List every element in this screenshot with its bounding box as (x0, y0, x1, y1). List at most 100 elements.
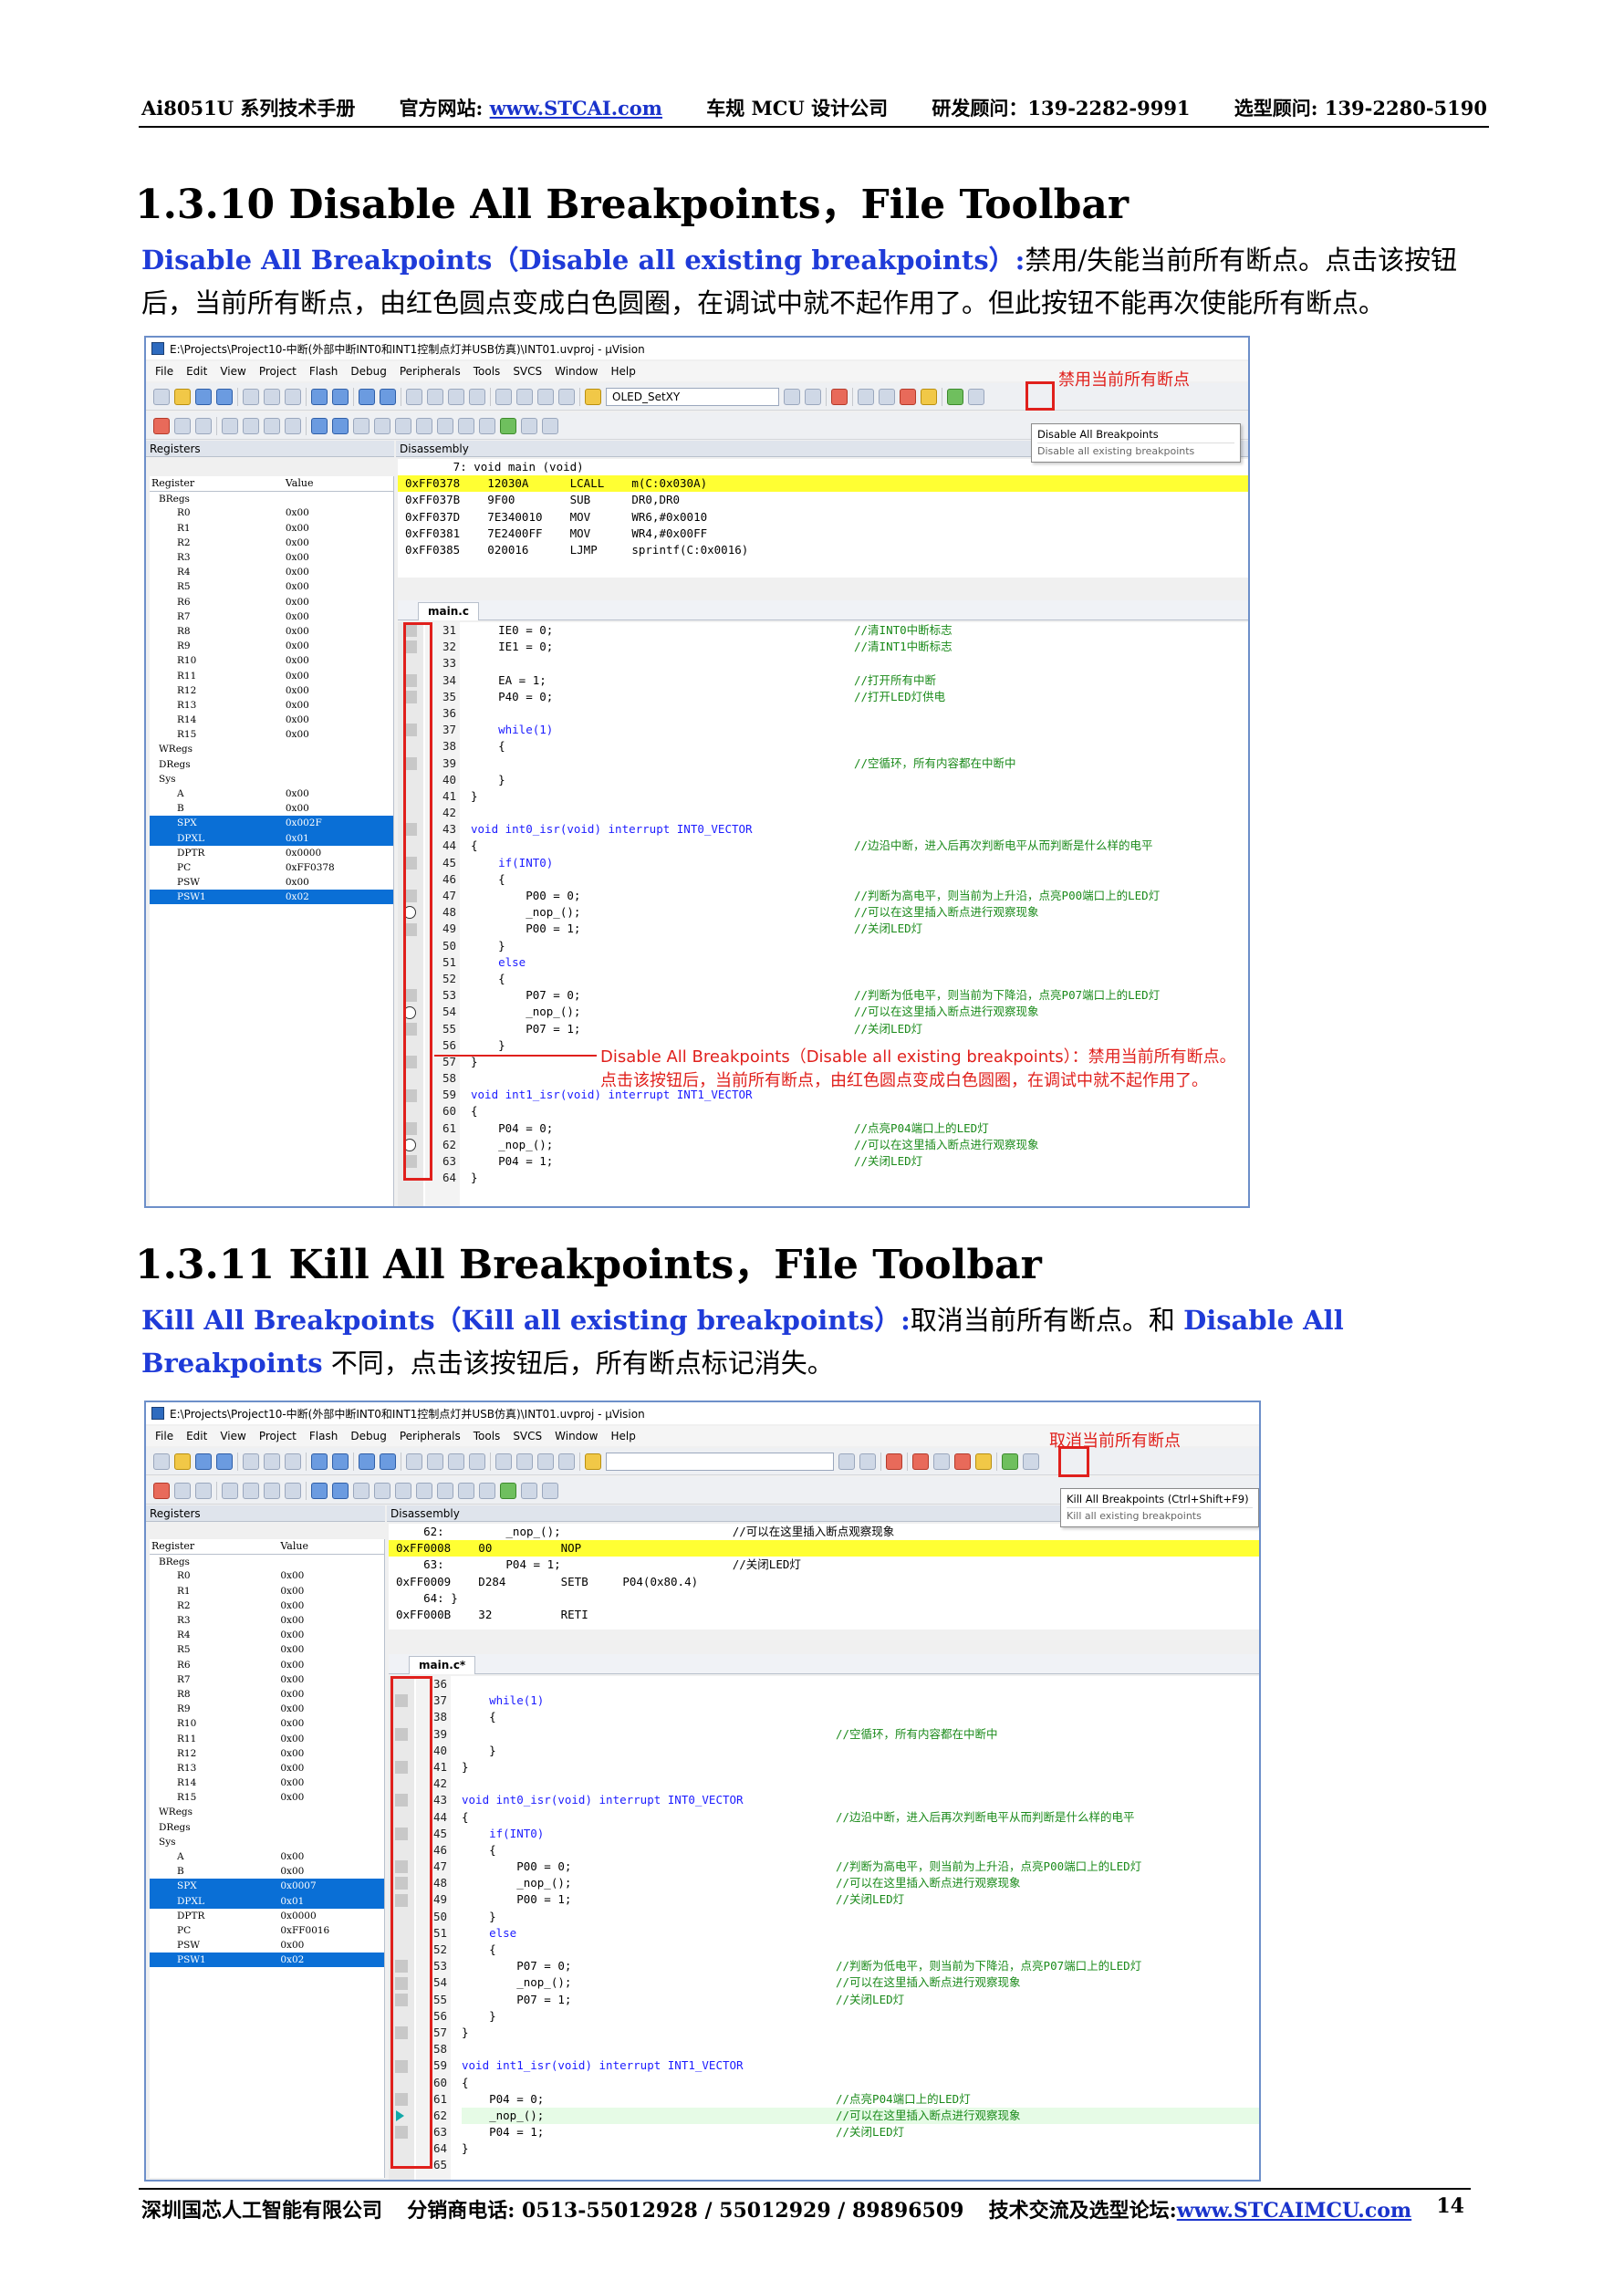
trace-window-icon[interactable] (500, 417, 516, 434)
serial-window-icon[interactable] (458, 417, 474, 434)
menu-item[interactable]: File (155, 1430, 173, 1442)
debug-session-icon[interactable] (831, 388, 848, 405)
find-icon[interactable] (859, 1453, 876, 1470)
bookmark-icon[interactable] (406, 388, 422, 405)
toolbox-icon[interactable] (542, 1482, 558, 1499)
code-line[interactable] (462, 1676, 1259, 1692)
register-row[interactable]: R1 0x00 (150, 1584, 384, 1598)
code-line[interactable]: while(1) (471, 722, 1248, 738)
stop-icon[interactable] (195, 417, 212, 434)
code-line[interactable]: _nop_(); //可以在这里插入断点进行观察现象 (462, 1974, 1259, 1991)
bookmark-prev-icon[interactable] (427, 388, 443, 405)
command-window-icon[interactable] (311, 1482, 328, 1499)
code-line[interactable]: P00 = 0; //判断为高电平，则当前为上升沿，点亮P00端口上的LED灯 (471, 888, 1248, 904)
menu-item[interactable]: Flash (309, 1430, 338, 1442)
register-row[interactable]: DPTR 0x0000 (150, 846, 393, 860)
unindent-icon[interactable] (516, 388, 533, 405)
code-line[interactable]: P04 = 0; //点亮P04端口上的LED灯 (462, 2091, 1259, 2108)
current-instruction-row[interactable]: 0xFF0378 12030A LCALL m(C:0x030A) (398, 475, 1248, 493)
redo-icon[interactable] (332, 1453, 349, 1470)
register-row[interactable]: R13 0x00 (150, 1761, 384, 1776)
code-line[interactable] (471, 705, 1248, 722)
step-into-icon[interactable] (222, 1482, 238, 1499)
register-row[interactable]: R9 0x00 (150, 639, 393, 653)
stop-icon[interactable] (195, 1482, 212, 1499)
disassembly-window-icon[interactable] (332, 1482, 349, 1499)
menu-item[interactable]: File (155, 365, 173, 378)
register-row[interactable]: R15 0x00 (150, 1790, 384, 1805)
step-into-icon[interactable] (222, 417, 238, 434)
code-line[interactable]: _nop_(); //可以在这里插入断点进行观察现象 (462, 1875, 1259, 1891)
run-to-cursor-icon[interactable] (285, 417, 301, 434)
bookmark-clear-icon[interactable] (469, 1453, 485, 1470)
disable-all-breakpoints-icon[interactable] (954, 1453, 971, 1470)
save-icon[interactable] (195, 388, 212, 405)
register-row[interactable]: R5 0x00 (150, 1642, 384, 1657)
memory-window-icon[interactable] (437, 1482, 453, 1499)
code-line[interactable]: } (471, 1170, 1248, 1186)
window-layout-icon[interactable] (947, 388, 963, 405)
code-line[interactable]: _nop_(); //可以在这里插入断点进行观察现象 (471, 1137, 1248, 1153)
call-stack-icon[interactable] (395, 1482, 411, 1499)
register-row[interactable]: DRegs (150, 1820, 384, 1835)
register-row[interactable]: SPX 0x002F (150, 816, 393, 831)
code-line[interactable]: P00 = 0; //判断为高电平，则当前为上升沿，点亮P00端口上的LED灯 (462, 1859, 1259, 1875)
code-line[interactable]: {//边沿中断，进入后再次判断电平从而判断是什么样的电平 (462, 1809, 1259, 1826)
debug-session-icon[interactable] (886, 1453, 902, 1470)
code-line[interactable]: P04 = 1; //关闭LED灯 (471, 1153, 1248, 1170)
code-line[interactable]: } (462, 2140, 1259, 2157)
find-in-files-icon[interactable] (585, 388, 601, 405)
nav-forward-icon[interactable] (380, 388, 396, 405)
code-line[interactable]: { (462, 1709, 1259, 1725)
disassembly-row[interactable]: 64: } (389, 1590, 1259, 1607)
registers-window-icon[interactable] (374, 417, 390, 434)
register-row[interactable]: WRegs (150, 742, 393, 756)
tab-main-c[interactable]: main.c (418, 602, 479, 620)
comment-icon[interactable] (537, 388, 554, 405)
comment-icon[interactable] (537, 1453, 554, 1470)
indent-icon[interactable] (495, 388, 512, 405)
register-row[interactable]: R15 0x00 (150, 727, 393, 742)
unindent-icon[interactable] (516, 1453, 533, 1470)
disassembly-row[interactable]: 0xFF0381 7E2400FF MOV WR4,#0x00FF (398, 526, 1248, 542)
register-row[interactable]: R0 0x00 (150, 1568, 384, 1583)
code-line[interactable]: } (462, 1743, 1259, 1759)
code-line[interactable]: IE1 = 0; //清INT1中断标志 (471, 639, 1248, 655)
save-all-icon[interactable] (216, 388, 233, 405)
step-out-icon[interactable] (264, 1482, 280, 1499)
disassembly-window-icon[interactable] (332, 417, 349, 434)
menu-item[interactable]: Tools (474, 1430, 501, 1442)
code-line[interactable]: P07 = 1; //关闭LED灯 (462, 1992, 1259, 2008)
menu-item[interactable]: Help (610, 365, 635, 378)
kill-all-breakpoints-icon[interactable] (921, 388, 937, 405)
register-row[interactable]: R7 0x00 (150, 1672, 384, 1687)
menu-item[interactable]: Project (259, 365, 297, 378)
menu-item[interactable]: Peripherals (400, 1430, 461, 1442)
analysis-window-icon[interactable] (479, 1482, 495, 1499)
window-layout-icon[interactable] (1002, 1453, 1018, 1470)
configure-icon[interactable] (968, 388, 984, 405)
code-line[interactable]: void int0_isr(void) interrupt INT0_VECTO… (462, 1792, 1259, 1808)
code-line[interactable] (471, 805, 1248, 821)
code-line[interactable]: P07 = 0; //判断为低电平，则当前为下降沿，点亮P07端口上的LED灯 (462, 1958, 1259, 1974)
code-line[interactable]: } (471, 772, 1248, 788)
code-line[interactable]: } (471, 938, 1248, 954)
step-over-icon[interactable] (243, 417, 259, 434)
website-link[interactable]: www.STCAI.com (490, 97, 662, 120)
menu-item[interactable]: SVCS (513, 365, 542, 378)
call-stack-icon[interactable] (395, 417, 411, 434)
code-line[interactable] (462, 2041, 1259, 2057)
register-row[interactable]: DPTR 0x0000 (150, 1909, 384, 1923)
register-row[interactable]: SPX 0x0007 (150, 1879, 384, 1894)
menu-item[interactable]: SVCS (513, 1430, 542, 1442)
register-row[interactable]: R12 0x00 (150, 1746, 384, 1761)
code-line[interactable]: while(1) (462, 1692, 1259, 1709)
code-text[interactable]: while(1) {//空循环，所有内容都在中断中 }} void int0_is… (462, 1676, 1259, 2174)
toolbox-icon[interactable] (542, 417, 558, 434)
code-line[interactable]: { (462, 2075, 1259, 2091)
register-row[interactable]: R2 0x00 (150, 1598, 384, 1613)
menu-item[interactable]: Edit (186, 1430, 207, 1442)
trace-window-icon[interactable] (500, 1482, 516, 1499)
target-combo[interactable]: OLED_SetXY (606, 387, 779, 406)
code-line[interactable]: { (462, 1842, 1259, 1859)
